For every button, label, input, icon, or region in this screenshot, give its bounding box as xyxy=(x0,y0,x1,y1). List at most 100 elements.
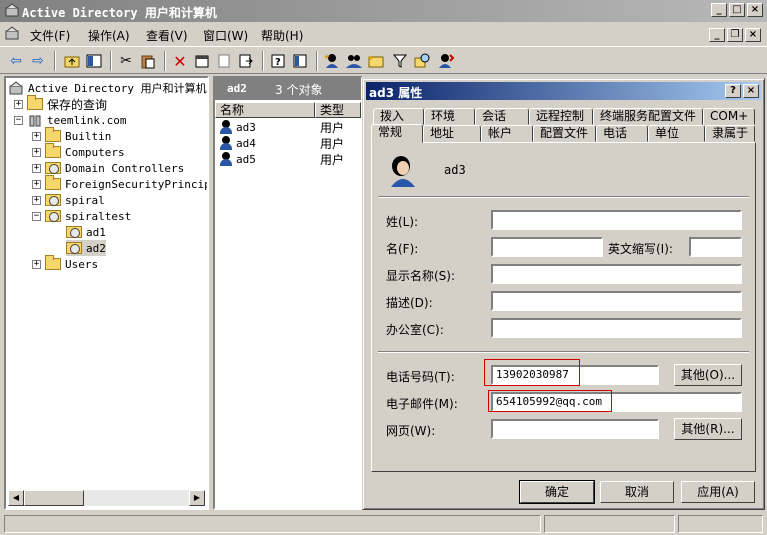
console-tree[interactable]: Active Directory 用户和计算机 + 保存的查询 − teemli… xyxy=(4,76,209,510)
up-icon[interactable] xyxy=(62,51,82,71)
menu-window[interactable]: 窗口(W) xyxy=(203,27,248,44)
filter-icon[interactable] xyxy=(390,51,410,71)
dialog-help-button[interactable]: ? xyxy=(725,84,741,98)
tab-com[interactable]: COM+ xyxy=(703,108,755,125)
tree-saved-queries[interactable]: + 保存的查询 xyxy=(14,95,107,112)
list-item[interactable]: ad3 用户 xyxy=(219,119,344,135)
menu-help[interactable]: 帮助(H) xyxy=(261,27,303,44)
ou-icon xyxy=(66,226,82,238)
dialog-close-button[interactable]: × xyxy=(743,84,759,98)
other-phone-button[interactable]: 其他(O)... xyxy=(674,364,742,386)
new-group-icon[interactable] xyxy=(344,51,364,71)
tree-horizontal-scrollbar[interactable]: ◀ ▶ xyxy=(8,490,205,506)
list-item[interactable]: ad5 用户 xyxy=(219,151,344,167)
expand-icon[interactable]: + xyxy=(32,259,41,269)
tab-environment[interactable]: 环境 xyxy=(424,108,475,125)
collapse-icon[interactable]: − xyxy=(14,115,23,125)
ad-app-icon xyxy=(5,3,19,17)
tab-general[interactable]: 常规 xyxy=(371,124,423,143)
apply-button[interactable]: 应用(A) xyxy=(681,481,755,503)
given-name-field[interactable] xyxy=(491,237,603,257)
tree-domain[interactable]: − teemlink.com xyxy=(14,112,126,128)
scroll-left-icon[interactable]: ◀ xyxy=(8,490,24,506)
tab-terminal-services[interactable]: 终端服务配置文件 xyxy=(593,108,703,125)
tree-item-builtin[interactable]: + Builtin xyxy=(32,127,111,144)
tab-organization[interactable]: 单位 xyxy=(648,125,705,142)
tab-telephones[interactable]: 电话 xyxy=(596,125,648,142)
description-label: 描述(D): xyxy=(386,296,433,310)
new-user-icon[interactable]: ✦ xyxy=(322,51,342,71)
tab-address[interactable]: 地址 xyxy=(423,125,481,142)
list-item[interactable]: ad4 用户 xyxy=(219,135,344,151)
display-name-field[interactable] xyxy=(491,264,742,284)
tree-item-spiral[interactable]: + spiral xyxy=(32,192,105,208)
tree-item-domain-controllers[interactable]: + Domain Controllers xyxy=(32,160,184,176)
ok-button[interactable]: 确定 xyxy=(519,480,595,504)
tree-item-spiraltest[interactable]: − spiraltest xyxy=(32,208,131,224)
copy-icon[interactable] xyxy=(214,51,234,71)
phone-field[interactable]: 13902030987 xyxy=(491,365,659,385)
surname-field[interactable] xyxy=(491,210,742,230)
scroll-thumb[interactable] xyxy=(24,490,84,506)
svg-text:?: ? xyxy=(275,57,281,68)
paste-icon[interactable] xyxy=(138,51,158,71)
menu-action[interactable]: 操作(A) xyxy=(88,27,130,44)
tree-item-users[interactable]: + Users xyxy=(32,255,98,272)
child-close-button[interactable]: × xyxy=(745,28,761,42)
tab-sessions[interactable]: 会话 xyxy=(475,108,529,125)
tree-root[interactable]: Active Directory 用户和计算机 xyxy=(8,80,207,96)
other-web-button[interactable]: 其他(R)... xyxy=(674,418,742,440)
tab-dialin[interactable]: 拨入 xyxy=(373,108,424,125)
result-pane[interactable]: ad2 3 个对象 名称 类型 ad3 用户 ad4 用户 ad5 用户 xyxy=(213,76,363,510)
tree-item-computers[interactable]: + Computers xyxy=(32,143,125,160)
collapse-icon[interactable]: − xyxy=(32,211,41,221)
forward-icon[interactable]: ⇨ xyxy=(28,51,48,71)
user-name-label: ad3 xyxy=(444,163,466,177)
expand-icon[interactable]: + xyxy=(32,179,41,189)
tab-account[interactable]: 帐户 xyxy=(481,125,533,142)
console-icon[interactable] xyxy=(290,51,310,71)
initials-field[interactable] xyxy=(689,237,742,257)
scroll-right-icon[interactable]: ▶ xyxy=(189,490,205,506)
expand-icon[interactable]: + xyxy=(32,195,41,205)
separator xyxy=(378,351,749,353)
delete-icon[interactable]: ✕ xyxy=(170,51,190,71)
description-field[interactable] xyxy=(491,291,742,311)
office-field[interactable] xyxy=(491,318,742,338)
cancel-button[interactable]: 取消 xyxy=(600,481,674,503)
back-icon[interactable]: ⇦ xyxy=(6,51,26,71)
show-tree-icon[interactable] xyxy=(84,51,104,71)
expand-icon[interactable]: + xyxy=(32,131,41,141)
tree-item-ad2[interactable]: ad2 xyxy=(66,240,106,256)
tab-member-of[interactable]: 隶属于 xyxy=(705,125,755,142)
expand-icon[interactable]: + xyxy=(32,147,41,157)
email-field[interactable]: 654105992@qq.com xyxy=(491,392,742,412)
menu-file[interactable]: 文件(F) xyxy=(30,27,70,44)
find-icon[interactable] xyxy=(412,51,432,71)
tree-item-ad1[interactable]: ad1 xyxy=(66,224,106,240)
cut-icon[interactable]: ✂ xyxy=(116,51,136,71)
expand-icon[interactable]: + xyxy=(32,163,41,173)
folder-icon xyxy=(45,143,61,158)
child-minimize-button[interactable]: _ xyxy=(709,28,725,42)
menu-view[interactable]: 查看(V) xyxy=(146,27,188,44)
column-header-name[interactable]: 名称 xyxy=(215,102,315,118)
child-restore-button[interactable]: ❐ xyxy=(727,28,743,42)
export-icon[interactable] xyxy=(236,51,256,71)
expand-icon[interactable]: + xyxy=(14,99,23,109)
properties-icon[interactable] xyxy=(192,51,212,71)
new-ou-icon[interactable]: ✦ xyxy=(366,51,386,71)
tab-profile[interactable]: 配置文件 xyxy=(533,125,596,142)
maximize-button[interactable]: □ xyxy=(729,3,745,17)
help-icon[interactable]: ? xyxy=(268,51,288,71)
console-menu-icon[interactable] xyxy=(4,26,20,42)
close-button[interactable]: × xyxy=(747,3,763,17)
minimize-button[interactable]: _ xyxy=(711,3,727,17)
status-pane-2 xyxy=(544,515,675,533)
webpage-field[interactable] xyxy=(491,419,659,439)
tab-remote-control[interactable]: 远程控制 xyxy=(529,108,593,125)
add-to-group-icon[interactable] xyxy=(436,51,456,71)
column-header-type[interactable]: 类型 xyxy=(315,102,361,118)
tree-item-foreign[interactable]: + ForeignSecurityPrincipa xyxy=(32,175,207,192)
folder-icon xyxy=(45,175,61,190)
